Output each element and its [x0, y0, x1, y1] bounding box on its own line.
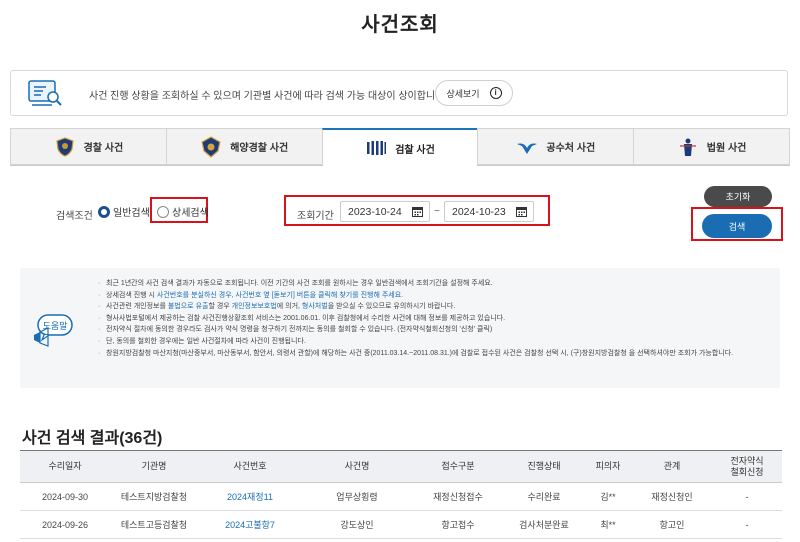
cell-case-name: 업무상횡령 — [302, 482, 412, 511]
table-header-row: 수리일자 기관명 사건번호 사건명 접수구분 진행상태 피의자 관계 전자약식 … — [20, 450, 782, 483]
tab-cio[interactable]: 공수처 사건 — [477, 128, 634, 165]
cell-receipt-type: 항고접수 — [412, 510, 504, 539]
tab-cio-label: 공수처 사건 — [546, 143, 596, 154]
coast-guard-badge-icon — [201, 135, 221, 158]
radio-detail-indicator[interactable] — [157, 205, 169, 218]
help-item-text: 사건관련 개인정보를 — [106, 303, 168, 311]
document-search-icon — [28, 80, 62, 106]
date-from-field[interactable]: 2023-10-24 — [340, 201, 430, 222]
col-header: 사건번호 — [198, 450, 302, 483]
help-item-highlight: 형사처벌 — [301, 303, 328, 311]
help-box: 도움말 최근 1년간의 사건 검색 결과가 자동으로 조회됩니다. 이전 기간의… — [20, 268, 780, 388]
help-badge-text: 도움말 — [43, 320, 68, 332]
tab-coast-guard-label: 해양경찰 사건 — [230, 143, 289, 154]
col-header: 기관명 — [110, 450, 198, 483]
help-item: 최근 1년간의 사건 검색 결과가 자동으로 조회됩니다. 이전 기간의 사건 … — [98, 278, 768, 290]
cell-withdrawal: - — [712, 510, 782, 539]
help-megaphone-icon: 도움말 — [34, 314, 73, 347]
court-logo-icon — [679, 138, 696, 156]
tab-police-label: 경찰 사건 — [83, 143, 124, 154]
cell-case-name: 강도상인 — [302, 510, 412, 539]
cell-agency: 테스트고등검찰청 — [110, 510, 198, 539]
help-list: 최근 1년간의 사건 검색 결과가 자동으로 조회됩니다. 이전 기간의 사건 … — [98, 278, 768, 359]
cell-relation: 재정신청인 — [632, 482, 712, 511]
cell-agency: 테스트지방검찰청 — [110, 482, 198, 511]
prosecution-logo-icon — [367, 141, 387, 155]
tab-court[interactable]: 법원 사건 — [633, 128, 790, 165]
tab-police[interactable]: 경찰 사건 — [10, 128, 166, 165]
date-from-value: 2023-10-24 — [348, 205, 402, 218]
banner-text: 사건 진행 상황을 조회하실 수 있으며 기관별 사건에 따라 검색 가능 대상… — [89, 91, 448, 102]
help-item: 전자약식 절차에 동의한 경우라도 검사가 약식 명령을 청구하기 전까지는 동… — [98, 324, 768, 336]
cell-suspect: 최** — [584, 510, 632, 539]
cell-status: 수리완료 — [504, 482, 584, 511]
help-item-text: 을 받으실 수 있으므로 유의하시기 바랍니다. — [327, 303, 456, 311]
cell-relation: 항고인 — [632, 510, 712, 539]
period-label: 조회기간 — [297, 211, 334, 222]
result-title: 사건 검색 결과(36건) — [22, 430, 163, 447]
result-table: 수리일자 기관명 사건번호 사건명 접수구분 진행상태 피의자 관계 전자약식 … — [20, 450, 782, 539]
help-item: 상세검색 진행 시 사건번호를 분실하신 경우, 사건번호 옆 [돋보기] 버튼… — [98, 290, 768, 302]
reset-button[interactable]: 초기화 — [704, 186, 772, 207]
agency-tabs: 경찰 사건 해양경찰 사건 검찰 사건 공수처 사건 법원 사건 — [10, 128, 790, 167]
help-item-text: 에 의거, — [276, 303, 302, 311]
search-button[interactable]: 검색 — [702, 214, 772, 238]
table-row: 2024-09-26 테스트고등검찰청 2024고불항7 강도상인 항고접수 검… — [20, 510, 782, 539]
detail-view-button[interactable]: 상세보기 i — [435, 80, 513, 106]
cell-status: 검사처분완료 — [504, 510, 584, 539]
cell-withdrawal: - — [712, 482, 782, 511]
col-header: 관계 — [632, 450, 712, 483]
cell-suspect: 김** — [584, 482, 632, 511]
help-item: 단, 동의를 철회한 경우에는 일반 사건절차에 따라 사건이 진행됩니다. — [98, 336, 768, 348]
radio-general-search[interactable]: 일반검색 — [98, 204, 150, 219]
table-row: 2024-09-30 테스트지방검찰청 2024재정11 업무상횡령 재정신청접… — [20, 482, 782, 511]
police-badge-icon — [55, 136, 74, 157]
help-item-text: 상세검색 진행 시 — [106, 291, 157, 299]
help-item-text: 할 경우 — [208, 303, 232, 311]
radio-general-label: 일반검색 — [113, 208, 150, 219]
col-header: 전자약식 철회신청 — [712, 450, 782, 483]
case-number-link[interactable]: 2024재정11 — [198, 482, 302, 511]
date-to-field[interactable]: 2024-10-23 — [444, 201, 534, 222]
cell-date: 2024-09-30 — [20, 482, 110, 511]
help-item: 사건관련 개인정보를 불법으로 유출할 경우 개인정보보호법에 의거, 형사처벌… — [98, 301, 768, 313]
tab-prosecution-label: 검찰 사건 — [395, 144, 435, 156]
info-circle-icon: i — [489, 87, 502, 99]
radio-detail-label: 상세검색 — [172, 208, 209, 219]
help-item: 창원지방검찰청 마산지청(마산중부서, 마산동부서, 함안서, 의령서 관할)에… — [98, 348, 768, 360]
date-range-separator: ~ — [434, 206, 440, 217]
calendar-icon[interactable] — [411, 206, 423, 217]
help-item-highlight: 개인정보보호법 — [231, 303, 277, 311]
page-title: 사건조회 — [361, 14, 439, 36]
col-header: 사건명 — [302, 450, 412, 483]
case-number-link[interactable]: 2024고불항7 — [198, 510, 302, 539]
help-item-highlight: 사건번호를 분실하신 경우, 사건번호 옆 [돋보기] 버튼을 클릭해 찾기를 … — [156, 291, 404, 299]
cio-logo-icon — [517, 143, 538, 154]
date-to-value: 2024-10-23 — [452, 205, 506, 218]
col-header: 진행상태 — [504, 450, 584, 483]
col-header: 수리일자 — [20, 450, 110, 483]
cell-receipt-type: 재정신청접수 — [412, 482, 504, 511]
detail-view-label: 상세보기 — [446, 88, 480, 99]
radio-detail-search[interactable]: 상세검색 — [157, 204, 209, 219]
help-item-highlight: 불법으로 유출 — [167, 303, 209, 311]
col-header: 피의자 — [584, 450, 632, 483]
tab-coast-guard[interactable]: 해양경찰 사건 — [165, 128, 322, 165]
tab-court-label: 법원 사건 — [706, 143, 747, 154]
radio-general-indicator[interactable] — [98, 205, 110, 218]
cell-date: 2024-09-26 — [20, 510, 110, 539]
calendar-icon[interactable] — [515, 206, 527, 217]
tab-prosecution[interactable]: 검찰 사건 — [321, 128, 478, 167]
info-banner: 사건 진행 상황을 조회하실 수 있으며 기관별 사건에 따라 검색 가능 대상… — [10, 70, 788, 116]
search-condition-label: 검색조건 — [56, 211, 93, 222]
col-header: 접수구분 — [412, 450, 504, 483]
help-item: 형사사법포털에서 제공하는 검찰 사건진행상황조회 서비스는 2001.06.0… — [98, 313, 768, 325]
